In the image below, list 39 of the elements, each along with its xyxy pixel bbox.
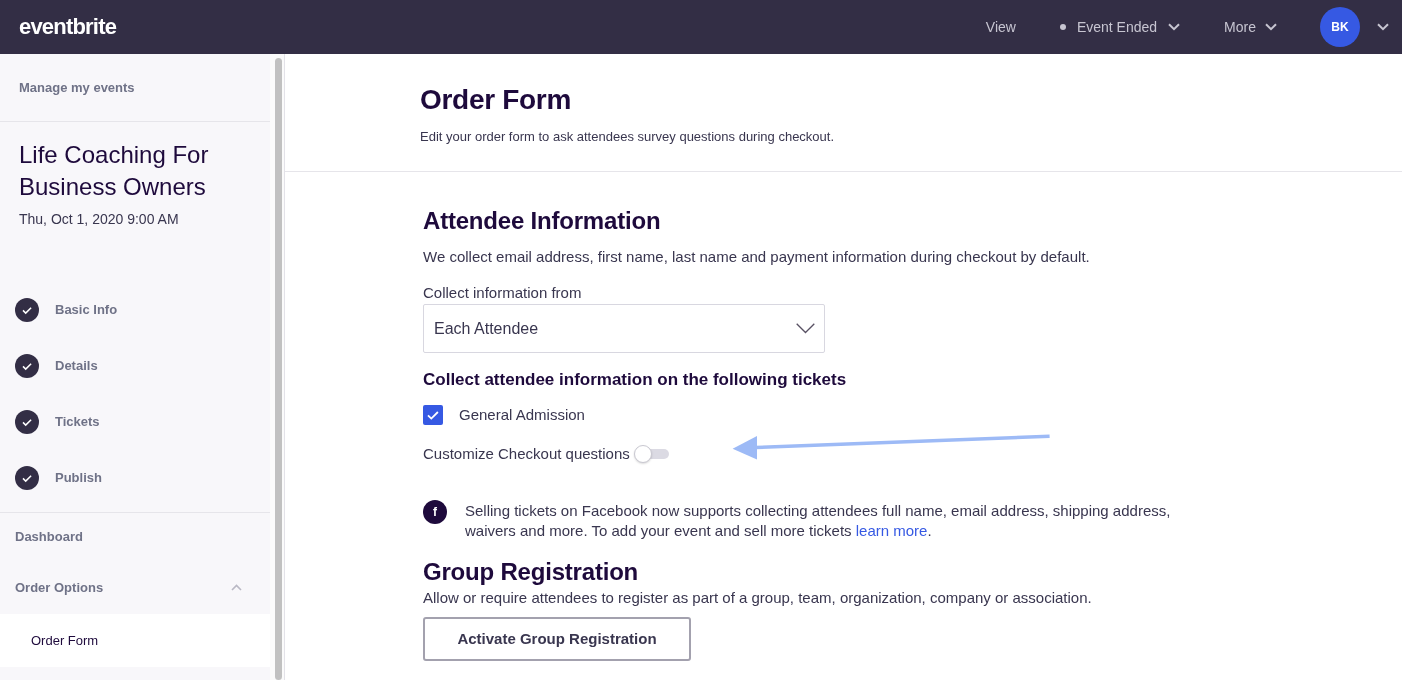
section-description: Allow or require attendees to register as part of a group, team, organization, company or association. <box>423 588 1093 608</box>
chevron-down-icon <box>1265 23 1277 31</box>
scrollbar-thumb[interactable] <box>275 58 282 680</box>
section-description: We collect email address, first name, last name and payment information during checkout by default. <box>423 247 1091 267</box>
logo[interactable]: eventbrite <box>19 14 117 40</box>
section-title: Attendee Information <box>423 206 662 236</box>
notice-text: Selling tickets on Facebook now supports collecting attendees full name, email address, shipping address, waivers and more. To add your event and sell more tickets learn more. <box>465 501 1172 541</box>
chevron-down-icon <box>1377 23 1389 31</box>
chevron-down-icon <box>1168 23 1181 31</box>
nav-link[interactable]: View <box>985 17 1016 37</box>
step-link[interactable]: Tickets <box>55 412 100 432</box>
back-link[interactable]: Manage my events <box>19 77 135 98</box>
checkbox-label: General Admission <box>459 404 585 425</box>
sidebar-group[interactable]: Order Options <box>0 561 270 614</box>
step-link[interactable]: Basic Info <box>55 300 118 320</box>
page-title: Order Form <box>420 83 573 117</box>
toggle-switch[interactable] <box>633 445 670 463</box>
menu-dropdown[interactable]: More <box>1224 17 1277 37</box>
subsection-title: Collect attendee information on the following tickets <box>423 369 848 391</box>
event-title: Life Coaching For Business Owners <box>19 140 210 202</box>
sidebar-item[interactable]: Order Form <box>0 614 270 667</box>
sidebar-item[interactable]: Dashboard <box>0 513 270 561</box>
status-dot-icon <box>1059 24 1066 30</box>
toggle-label: Customize Checkout questions <box>423 444 630 464</box>
section-title: Group Registration <box>423 557 640 587</box>
learn-more-link[interactable]: learn more <box>855 522 928 539</box>
field-label: Collect information from <box>423 283 583 303</box>
facebook-logo-icon: f <box>423 500 447 524</box>
step-link[interactable]: Details <box>55 356 98 376</box>
chevron-down-icon <box>796 323 815 334</box>
checkbox[interactable] <box>423 405 443 425</box>
select-field[interactable]: Each Attendee <box>423 304 825 353</box>
event-date: Thu, Oct 1, 2020 9:00 AM <box>19 210 180 229</box>
status-dropdown[interactable]: Event Ended <box>1059 17 1181 37</box>
account-menu-button[interactable] <box>1377 23 1389 31</box>
activate-group-button[interactable]: Activate Group Registration <box>423 617 691 661</box>
step-link[interactable]: Publish <box>55 468 102 488</box>
avatar[interactable]: BK <box>1320 7 1360 47</box>
page-subtitle: Edit your order form to ask attendees survey questions during checkout. <box>420 128 836 146</box>
